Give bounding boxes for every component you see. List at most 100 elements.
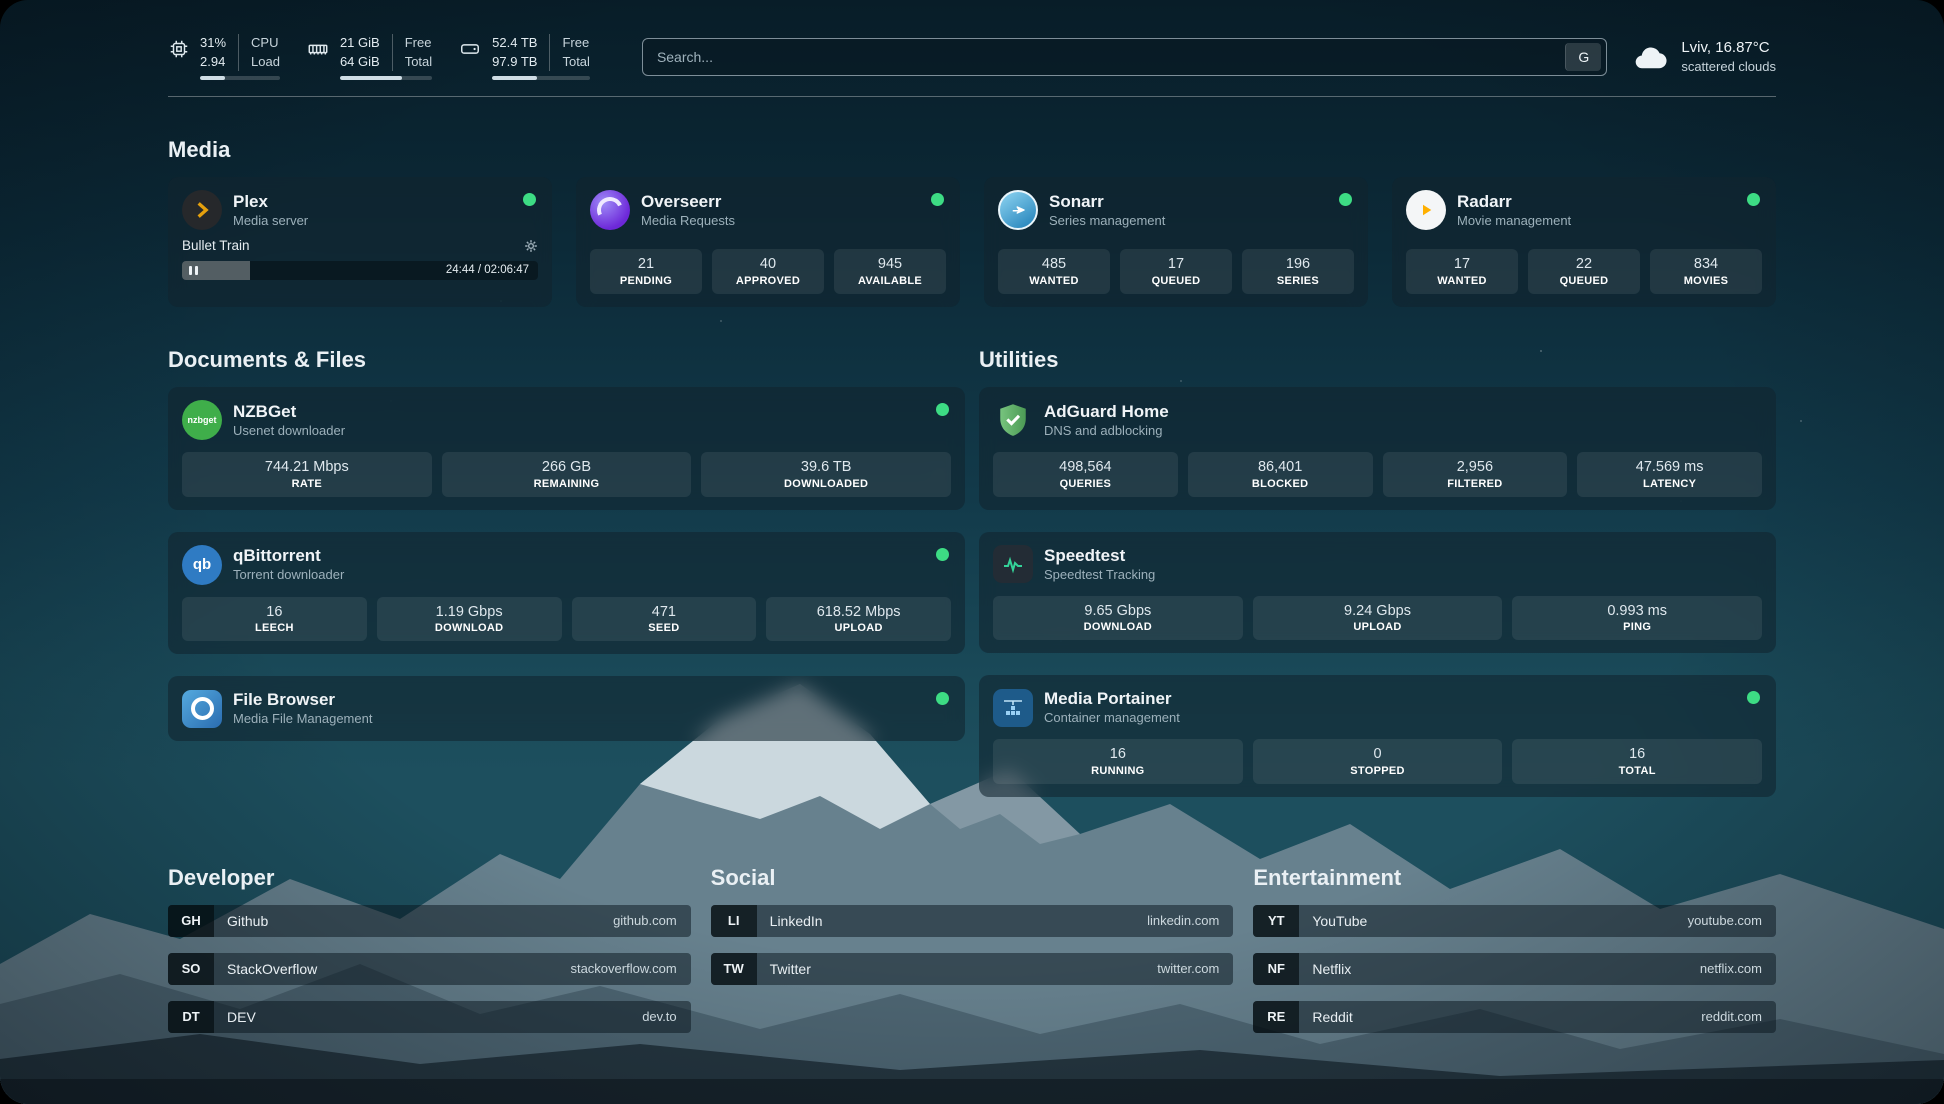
- bookmark-abbr: RE: [1253, 1001, 1299, 1033]
- bookmark-url: twitter.com: [1157, 953, 1233, 985]
- stat-downloaded: 39.6 TBDOWNLOADED: [701, 452, 951, 497]
- stat-filtered: 2,956FILTERED: [1383, 452, 1568, 497]
- search-input[interactable]: [657, 49, 1565, 65]
- radarr-icon: [1406, 190, 1446, 230]
- bookmark-abbr: SO: [168, 953, 214, 985]
- app-subtitle: Torrent downloader: [233, 567, 344, 584]
- app-card-speedtest[interactable]: Speedtest Speedtest Tracking 9.65 GbpsDO…: [979, 532, 1776, 654]
- app-card-nzbget[interactable]: nzbget NZBGet Usenet downloader 744.21 M…: [168, 387, 965, 510]
- app-name: Overseerr: [641, 191, 735, 213]
- bookmark-url: dev.to: [642, 1001, 690, 1033]
- bookmark-name: Github: [214, 905, 268, 937]
- cpu-widget: 31%2.94 CPULoad: [168, 34, 280, 79]
- bookmark-name: Twitter: [757, 953, 811, 985]
- stats-row: 17WANTED 22QUEUED 834MOVIES: [1406, 249, 1762, 294]
- disk-icon: [458, 38, 482, 60]
- stat-movies: 834MOVIES: [1650, 249, 1762, 294]
- app-card-plex[interactable]: Plex Media server Bullet Train: [168, 177, 552, 307]
- bookmark-twitter[interactable]: TW Twitter twitter.com: [711, 953, 1234, 985]
- status-dot: [936, 403, 949, 416]
- app-name: NZBGet: [233, 401, 345, 423]
- bookmark-url: youtube.com: [1688, 905, 1776, 937]
- app-subtitle: Media server: [233, 213, 308, 230]
- portainer-icon: [993, 689, 1033, 727]
- app-subtitle: Container management: [1044, 710, 1180, 727]
- ram-icon: [306, 38, 330, 60]
- bookmarks-title-developer: Developer: [168, 865, 691, 891]
- app-name: Sonarr: [1049, 191, 1165, 213]
- bookmarks-title-entertainment: Entertainment: [1253, 865, 1776, 891]
- app-name: File Browser: [233, 689, 372, 711]
- app-card-overseerr[interactable]: Overseerr Media Requests 21PENDING 40APP…: [576, 177, 960, 307]
- app-card-adguard[interactable]: AdGuard Home DNS and adblocking 498,564Q…: [979, 387, 1776, 510]
- stat-queued: 17QUEUED: [1120, 249, 1232, 294]
- section-title-media: Media: [168, 137, 1776, 163]
- app-name: Speedtest: [1044, 545, 1155, 567]
- app-name: Plex: [233, 191, 308, 213]
- bookmark-url: stackoverflow.com: [570, 953, 690, 985]
- stat-blocked: 86,401BLOCKED: [1188, 452, 1373, 497]
- bookmark-name: DEV: [214, 1001, 256, 1033]
- bookmark-netflix[interactable]: NF Netflix netflix.com: [1253, 953, 1776, 985]
- bookmark-name: Reddit: [1299, 1001, 1352, 1033]
- bookmark-abbr: NF: [1253, 953, 1299, 985]
- bookmark-name: Netflix: [1299, 953, 1351, 985]
- search-engine-button[interactable]: G: [1565, 43, 1601, 71]
- cpu-icon: [168, 38, 190, 60]
- bookmarks-entertainment: Entertainment YT YouTube youtube.com NF …: [1253, 865, 1776, 1049]
- stats-row: 16RUNNING 0STOPPED 16TOTAL: [993, 739, 1762, 784]
- section-title-utilities: Utilities: [979, 347, 1776, 373]
- bookmark-abbr: YT: [1253, 905, 1299, 937]
- sonarr-icon: [998, 190, 1038, 230]
- documents-column: Documents & Files nzbget NZBGet Usenet d…: [168, 307, 965, 819]
- gear-icon[interactable]: [524, 239, 538, 253]
- pause-icon[interactable]: [189, 266, 198, 275]
- bookmark-url: linkedin.com: [1147, 905, 1233, 937]
- app-card-portainer[interactable]: Media Portainer Container management 16R…: [979, 675, 1776, 797]
- app-card-radarr[interactable]: Radarr Movie management 17WANTED 22QUEUE…: [1392, 177, 1776, 307]
- bookmark-linkedin[interactable]: LI LinkedIn linkedin.com: [711, 905, 1234, 937]
- ram-labels: FreeTotal: [392, 34, 432, 70]
- cpu-labels: CPULoad: [238, 34, 280, 70]
- bookmark-github[interactable]: GH Github github.com: [168, 905, 691, 937]
- app-card-sonarr[interactable]: Sonarr Series management 485WANTED 17QUE…: [984, 177, 1368, 307]
- bookmark-dev[interactable]: DT DEV dev.to: [168, 1001, 691, 1033]
- stat-download: 9.65 GbpsDOWNLOAD: [993, 596, 1243, 641]
- topbar: 31%2.94 CPULoad: [168, 0, 1776, 97]
- bookmark-reddit[interactable]: RE Reddit reddit.com: [1253, 1001, 1776, 1033]
- stat-running: 16RUNNING: [993, 739, 1243, 784]
- stats-row: 9.65 GbpsDOWNLOAD 9.24 GbpsUPLOAD 0.993 …: [993, 596, 1762, 641]
- status-dot: [1747, 193, 1760, 206]
- filebrowser-icon: [182, 690, 222, 728]
- bookmark-name: LinkedIn: [757, 905, 823, 937]
- bookmarks-social: Social LI LinkedIn linkedin.com TW Twitt…: [711, 865, 1234, 1049]
- bookmark-stackoverflow[interactable]: SO StackOverflow stackoverflow.com: [168, 953, 691, 985]
- stats-row: 498,564QUERIES 86,401BLOCKED 2,956FILTER…: [993, 452, 1762, 497]
- cloud-icon: [1633, 42, 1669, 72]
- bookmarks-title-social: Social: [711, 865, 1234, 891]
- stats-row: 16LEECH 1.19 GbpsDOWNLOAD 471SEED 618.52…: [182, 597, 951, 642]
- weather-location: Lviv, 16.87°C: [1681, 37, 1776, 58]
- status-dot: [931, 193, 944, 206]
- bookmark-url: netflix.com: [1700, 953, 1776, 985]
- app-card-filebrowser[interactable]: File Browser Media File Management: [168, 676, 965, 741]
- stat-wanted: 485WANTED: [998, 249, 1110, 294]
- app-card-qbittorrent[interactable]: qb qBittorrent Torrent downloader 16LEEC…: [168, 532, 965, 655]
- stat-rate: 744.21 MbpsRATE: [182, 452, 432, 497]
- now-playing-title: Bullet Train: [182, 238, 250, 253]
- adguard-icon: [993, 400, 1033, 440]
- app-name: Radarr: [1457, 191, 1571, 213]
- ram-widget: 21 GiB64 GiB FreeTotal: [306, 34, 432, 79]
- stat-queued: 22QUEUED: [1528, 249, 1640, 294]
- dashboard-screen: 31%2.94 CPULoad: [0, 0, 1944, 1104]
- playback-progress-bar[interactable]: 24:44 / 02:06:47: [182, 261, 538, 280]
- weather-condition: scattered clouds: [1681, 58, 1776, 76]
- stats-row: 485WANTED 17QUEUED 196SERIES: [998, 249, 1354, 294]
- stat-stopped: 0STOPPED: [1253, 739, 1503, 784]
- section-title-documents: Documents & Files: [168, 347, 965, 373]
- bookmark-youtube[interactable]: YT YouTube youtube.com: [1253, 905, 1776, 937]
- status-dot: [523, 193, 536, 206]
- stat-ping: 0.993 msPING: [1512, 596, 1762, 641]
- plex-icon: [182, 190, 222, 230]
- cpu-values: 31%2.94: [200, 34, 226, 70]
